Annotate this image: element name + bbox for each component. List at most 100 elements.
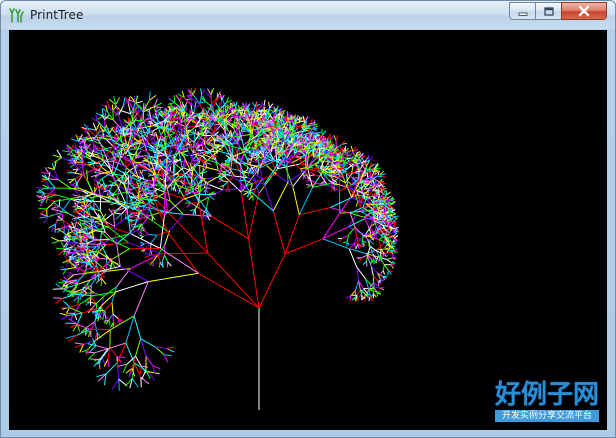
tree-branch (272, 181, 289, 212)
tree-branch (190, 191, 199, 194)
tree-branch (310, 171, 315, 176)
tree-branch (367, 246, 371, 256)
tree-branch (249, 132, 251, 141)
tree-branch (222, 180, 229, 183)
tree-branch (238, 141, 241, 162)
tree-branch (104, 310, 107, 319)
tree-branch (116, 268, 131, 288)
tree-branch (115, 97, 121, 105)
window-title: PrintTree (30, 8, 84, 22)
tree-branch (230, 168, 239, 171)
tree-branch (201, 88, 206, 96)
tree-branch (120, 110, 131, 115)
tree-branch (47, 178, 59, 180)
tree-branch (369, 171, 372, 181)
tree-branch (85, 351, 96, 354)
tree-branch (109, 329, 111, 348)
tree-branch (112, 248, 130, 260)
tree-branch (142, 102, 145, 111)
drawing-canvas[interactable]: 好例子网 开发实例分享交流平台 (9, 30, 607, 430)
maximize-button[interactable] (535, 2, 561, 20)
tree-branch (107, 106, 114, 111)
tree-branch (321, 130, 327, 136)
tree-branch (257, 156, 264, 159)
tree-branch (142, 195, 149, 199)
tree-branch (92, 122, 97, 131)
tree-branch (75, 163, 85, 166)
tree-branch (161, 254, 165, 263)
tree-branch (354, 194, 359, 202)
tree-branch (105, 362, 118, 375)
tree-branch (113, 146, 115, 157)
tree-branch (53, 210, 60, 216)
tree-branch (235, 162, 240, 171)
tree-branch (371, 258, 377, 261)
tree-branch (68, 317, 77, 324)
tree-branch (69, 307, 83, 314)
tree-branch (128, 96, 131, 105)
tree-branch (382, 264, 385, 271)
tree-branch (128, 216, 133, 218)
tree-branch (382, 194, 384, 200)
tree-branch (333, 134, 337, 141)
tree-branch (116, 281, 149, 293)
tree-branch (306, 184, 311, 188)
close-button[interactable] (561, 2, 607, 20)
tree-branch (77, 273, 86, 282)
tree-branch (154, 106, 163, 109)
tree-branch (95, 122, 101, 131)
tree-branch (132, 119, 144, 122)
tree-branch (206, 197, 210, 209)
app-window: PrintTree 好例子网 开发实例分享交流平台 (0, 0, 616, 438)
tree-branch (143, 233, 149, 237)
tree-branch (117, 363, 127, 367)
tree-branch (131, 378, 139, 388)
tree-branch (144, 254, 151, 258)
tree-branch (148, 91, 151, 101)
tree-branch (55, 283, 63, 290)
minimize-button[interactable] (509, 2, 535, 20)
tree-branch (353, 236, 358, 244)
tree-branch (148, 106, 152, 113)
tree-branch (298, 187, 313, 216)
tree-branch (92, 200, 111, 203)
tree-branch (52, 201, 60, 207)
tree-branch (108, 313, 114, 321)
tree-branch (110, 233, 131, 240)
tree-branch (112, 313, 119, 320)
tree-branch (356, 289, 361, 296)
tree-branch (309, 174, 315, 177)
tree-branch (150, 234, 158, 244)
tree-branch (234, 148, 238, 153)
tree-branch (305, 179, 311, 182)
tree-branch (263, 166, 277, 185)
tree-branch (116, 342, 127, 363)
tree-branch (199, 101, 206, 104)
tree-branch (206, 208, 208, 216)
tree-branch (143, 230, 149, 235)
tree-branch (266, 138, 272, 140)
tree-branch (322, 238, 350, 250)
tree-branch (330, 135, 335, 140)
tree-branch (50, 236, 60, 242)
close-icon (577, 2, 591, 21)
title-bar[interactable]: PrintTree (1, 1, 615, 29)
tree-branch (347, 226, 366, 236)
tree-branch (108, 319, 111, 326)
tree-branch (365, 261, 368, 267)
tree-branch (292, 186, 300, 215)
tree-branch (152, 126, 160, 132)
tree-branch (60, 315, 69, 321)
tree-branch (179, 94, 182, 102)
tree-branch (91, 220, 93, 229)
tree-branch (86, 124, 89, 132)
tree-branch (318, 148, 321, 161)
tree-branch (316, 131, 322, 134)
tree-branch (38, 207, 47, 210)
tree-branch (350, 145, 354, 152)
tree-branch (175, 94, 181, 102)
tree-branch (386, 257, 393, 260)
tree-branch (160, 248, 199, 274)
tree-branch (364, 296, 366, 302)
tree-branch (58, 199, 61, 207)
